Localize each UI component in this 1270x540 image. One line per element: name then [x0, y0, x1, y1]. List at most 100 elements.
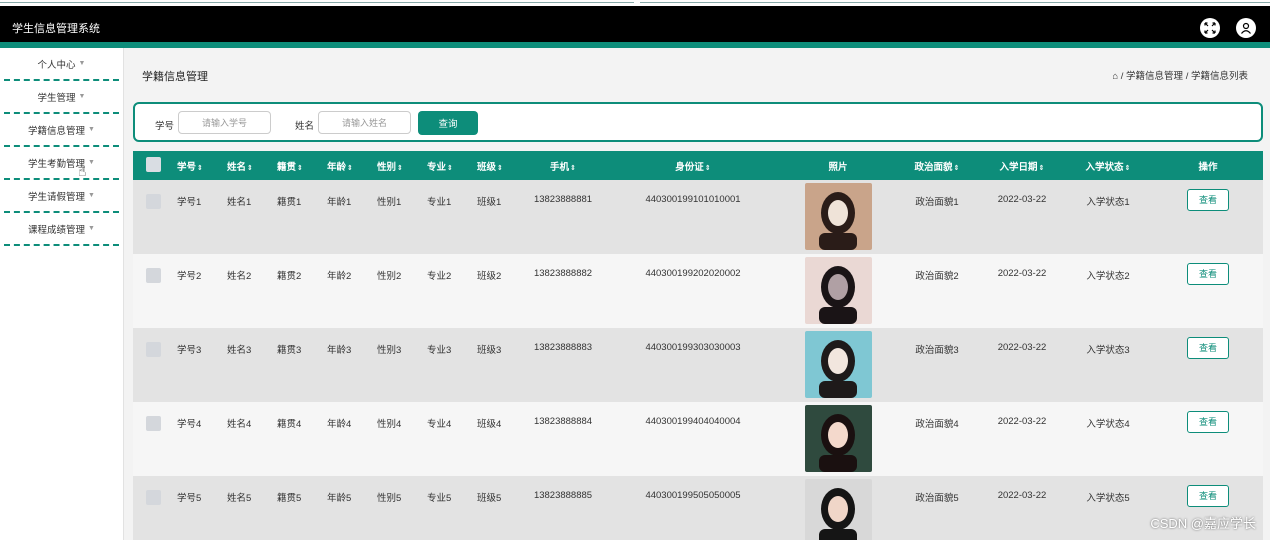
- caret-down-icon: ▼: [78, 93, 86, 100]
- table-cell: 年龄1: [327, 197, 352, 208]
- enroll-date-cell: 2022-03-22: [997, 416, 1047, 427]
- breadcrumb-level1[interactable]: 学籍信息管理: [1126, 71, 1183, 82]
- column-header[interactable]: 身份证⇕: [603, 151, 783, 180]
- selection-line-left: [0, 2, 634, 3]
- name-label: 姓名: [295, 121, 315, 132]
- name-input[interactable]: [318, 111, 411, 134]
- student-no-label: 学号: [155, 121, 175, 132]
- row-checkbox[interactable]: [133, 254, 173, 328]
- view-button[interactable]: 查看: [1187, 263, 1229, 285]
- political-status-cell: 政治面貌1: [915, 197, 959, 208]
- political-status-cell: 政治面貌5: [915, 493, 959, 504]
- column-header[interactable]: 手机⇕: [523, 151, 603, 180]
- top-header: 学生信息管理系统: [0, 6, 1270, 42]
- column-header[interactable]: 入学状态⇕: [1063, 151, 1153, 180]
- student-photo[interactable]: [804, 405, 872, 472]
- id-card-cell: 440300199505050005: [645, 490, 741, 501]
- sort-icon: ⇕: [347, 164, 353, 172]
- caret-down-icon: ▼: [88, 225, 95, 232]
- column-header[interactable]: 年龄⇕: [323, 151, 373, 180]
- table-cell: 姓名5: [227, 493, 252, 504]
- sidebar-item-enrollment-management[interactable]: 学籍信息管理 ▼: [4, 114, 119, 147]
- watermark: CSDN @嘉应学长: [1150, 516, 1256, 531]
- search-button[interactable]: 查询: [418, 111, 478, 135]
- mouse-cursor-icon: ☝: [78, 163, 87, 179]
- table-cell: 年龄4: [327, 419, 352, 430]
- table-cell: 学号4: [177, 419, 202, 430]
- column-header[interactable]: 专业⇕: [423, 151, 473, 180]
- id-card-cell: 440300199404040004: [645, 416, 741, 427]
- column-header[interactable]: 政治面貌⇕: [893, 151, 981, 180]
- column-header: 照片: [828, 161, 848, 173]
- view-button[interactable]: 查看: [1187, 485, 1229, 507]
- table-row: 学号2 姓名2 籍贯2 年龄2 性别2 专业2 班级2 13823888882 44030019…: [133, 254, 1263, 328]
- sidebar: 个人中心 ▼ 学生管理 ▼ 学籍信息管理 ▼ 学生考勤管理 ▼ 学生请假管理 ▼ 课程成绩…: [0, 48, 124, 540]
- table-cell: 学号5: [177, 493, 202, 504]
- sidebar-item-label: 学生考勤管理: [28, 158, 86, 170]
- row-checkbox[interactable]: [133, 328, 173, 402]
- column-header[interactable]: 性别⇕: [373, 151, 423, 180]
- selection-line-right: [640, 2, 1270, 3]
- enroll-status-cell: 入学状态4: [1086, 419, 1130, 430]
- breadcrumb-separator: /: [1185, 71, 1189, 82]
- sort-icon: ⇕: [1038, 164, 1045, 172]
- row-checkbox[interactable]: [133, 476, 173, 540]
- student-photo[interactable]: [804, 331, 872, 398]
- table-cell: 姓名3: [227, 345, 252, 356]
- column-header[interactable]: 班级⇕: [473, 151, 523, 180]
- sidebar-item-grade-management[interactable]: 课程成绩管理 ▼: [4, 213, 119, 246]
- home-icon[interactable]: ⌂: [1112, 71, 1118, 82]
- sidebar-item-leave-management[interactable]: 学生请假管理 ▼: [4, 180, 119, 213]
- table-cell: 姓名4: [227, 419, 252, 430]
- sidebar-item-attendance-management[interactable]: 学生考勤管理 ▼: [4, 147, 119, 180]
- table-cell: 性别3: [377, 345, 402, 356]
- student-no-input[interactable]: [178, 111, 271, 134]
- view-button[interactable]: 查看: [1187, 411, 1229, 433]
- row-checkbox[interactable]: [133, 180, 173, 254]
- student-photo[interactable]: [804, 479, 872, 540]
- table-cell: 班级4: [477, 419, 502, 430]
- sidebar-item-label: 课程成绩管理: [28, 224, 86, 236]
- sidebar-item-personal-center[interactable]: 个人中心 ▼: [4, 48, 119, 81]
- view-button[interactable]: 查看: [1187, 189, 1229, 211]
- column-header[interactable]: 入学日期⇕: [981, 151, 1063, 180]
- select-all-checkbox[interactable]: [133, 151, 173, 180]
- row-checkbox[interactable]: [133, 402, 173, 476]
- user-avatar-icon[interactable]: [1236, 18, 1256, 38]
- table-cell: 班级5: [477, 493, 502, 504]
- table-cell: 籍贯5: [277, 493, 302, 504]
- enroll-status-cell: 入学状态3: [1086, 345, 1130, 356]
- table-cell: 年龄3: [327, 345, 352, 356]
- table-cell: 姓名2: [227, 271, 252, 282]
- table-cell: 性别4: [377, 419, 402, 430]
- political-status-cell: 政治面貌4: [915, 419, 959, 430]
- phone-cell: 13823888882: [533, 268, 593, 279]
- column-header[interactable]: 学号⇕: [173, 151, 223, 180]
- photo-cell: [783, 402, 893, 476]
- student-photo[interactable]: [804, 183, 872, 250]
- phone-cell: 13823888885: [533, 490, 593, 501]
- table-cell: 学号3: [177, 345, 202, 356]
- column-header[interactable]: 籍贯⇕: [273, 151, 323, 180]
- enroll-date-cell: 2022-03-22: [997, 490, 1047, 501]
- table-row: 学号5 姓名5 籍贯5 年龄5 性别5 专业5 班级5 13823888885 44030019…: [133, 476, 1263, 540]
- app-title: 学生信息管理系统: [12, 23, 100, 35]
- sort-icon: ⇕: [197, 164, 203, 172]
- action-cell: 查看: [1153, 328, 1263, 402]
- table-cell: 籍贯2: [277, 271, 302, 282]
- enroll-status-cell: 入学状态5: [1086, 493, 1130, 504]
- sidebar-item-student-management[interactable]: 学生管理 ▼: [4, 81, 119, 114]
- breadcrumb: ⌂ / 学籍信息管理 / 学籍信息列表: [1112, 68, 1248, 82]
- table-row: 学号4 姓名4 籍贯4 年龄4 性别4 专业4 班级4 13823888884 44030019…: [133, 402, 1263, 476]
- caret-down-icon: ▼: [88, 192, 95, 199]
- column-header[interactable]: 姓名⇕: [223, 151, 273, 180]
- student-photo[interactable]: [804, 257, 872, 324]
- table-cell: 专业1: [427, 197, 452, 208]
- table-cell: 性别1: [377, 197, 402, 208]
- id-card-cell: 440300199202020002: [645, 268, 741, 279]
- fullscreen-icon[interactable]: [1200, 18, 1220, 38]
- view-button[interactable]: 查看: [1187, 337, 1229, 359]
- enroll-date-cell: 2022-03-22: [997, 342, 1047, 353]
- sort-icon: ⇕: [497, 164, 503, 172]
- table-cell: 班级2: [477, 271, 502, 282]
